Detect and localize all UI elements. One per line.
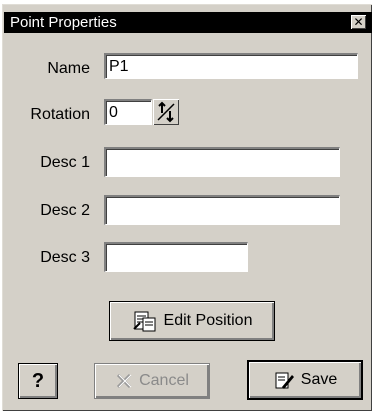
save-button[interactable]: Save: [247, 360, 363, 400]
edit-position-label: Edit Position: [163, 312, 253, 329]
close-button[interactable]: ✕: [351, 15, 366, 29]
x-icon: [117, 373, 132, 389]
desc3-field[interactable]: [104, 242, 248, 272]
cancel-button[interactable]: Cancel: [94, 363, 210, 399]
window-title: Point Properties: [10, 14, 117, 31]
rotation-field[interactable]: [104, 99, 152, 125]
up-down-arrows-icon: [157, 101, 175, 123]
save-label: Save: [300, 371, 338, 388]
document-edit-icon: [132, 311, 156, 332]
title-bar: Point Properties ✕: [4, 12, 372, 33]
name-label: Name: [47, 60, 90, 77]
desc2-field[interactable]: [104, 195, 340, 225]
cancel-label: Cancel: [139, 372, 189, 389]
desc1-field[interactable]: [104, 147, 340, 177]
pencil-document-icon: [275, 372, 294, 389]
close-icon: ✕: [353, 15, 364, 29]
name-field[interactable]: [104, 53, 358, 79]
desc2-label: Desc 2: [40, 202, 90, 219]
desc1-label: Desc 1: [40, 154, 90, 171]
question-mark-icon: ?: [31, 369, 45, 392]
help-button[interactable]: ?: [18, 363, 58, 399]
desc3-label: Desc 3: [40, 249, 90, 266]
rotation-label: Rotation: [30, 106, 90, 123]
rotation-spinner[interactable]: [153, 99, 179, 125]
edit-position-button[interactable]: Edit Position: [109, 301, 275, 341]
